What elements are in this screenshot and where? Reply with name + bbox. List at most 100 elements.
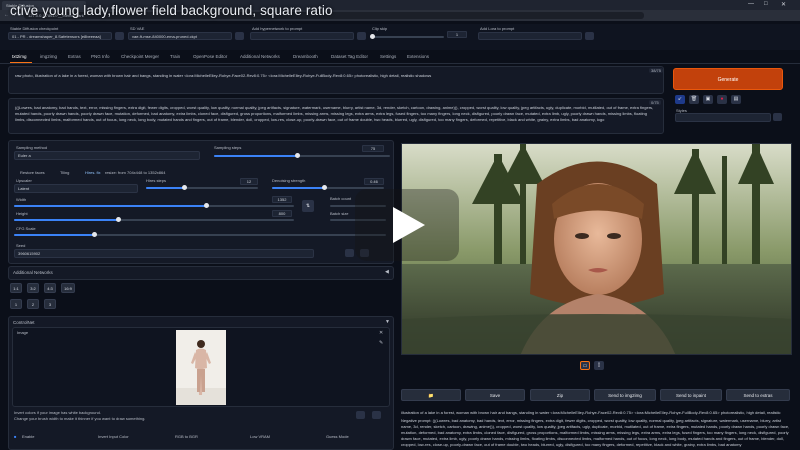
- rgb-to-bgr-checkbox[interactable]: RGB to BGR: [175, 434, 198, 439]
- sampling-method-select[interactable]: Euler a: [14, 151, 200, 160]
- aspect-16-9-button[interactable]: 16:9: [61, 283, 75, 293]
- upscaler-select[interactable]: Latent: [14, 184, 138, 193]
- aspect-3-2-button[interactable]: 3:2: [27, 283, 39, 293]
- send-to-img2img-button[interactable]: Send to img2img: [594, 389, 656, 401]
- negative-prompt-box[interactable]: (((Lowres, bad anatomy, bad hands, text,…: [8, 98, 664, 134]
- record-icon[interactable]: ●: [717, 95, 727, 104]
- collapse-icon[interactable]: ◀: [385, 269, 389, 275]
- prompt-text[interactable]: raw photo, illustration of a lake in a f…: [15, 73, 635, 89]
- aspect-4-3-button[interactable]: 4:3: [44, 283, 56, 293]
- vae-label: SD VAE: [130, 26, 145, 31]
- thumbnail-1[interactable]: ▭: [580, 361, 590, 370]
- clip-skip-track[interactable]: [372, 36, 444, 38]
- guess-mode-checkbox[interactable]: Guess Mode: [326, 434, 349, 439]
- controlnet-label: ControlNet: [13, 320, 35, 325]
- hypernetwork-select[interactable]: [250, 32, 354, 40]
- invert-input-checkbox[interactable]: Invert Input Color: [98, 434, 129, 439]
- cfg-knob[interactable]: [92, 232, 97, 237]
- send-to-inpaint-button[interactable]: Send to inpaint: [660, 389, 722, 401]
- tab-txt2img[interactable]: txt2img: [12, 54, 27, 59]
- tab-additional-networks[interactable]: Additional Networks: [240, 54, 280, 59]
- folder-icon[interactable]: 📁: [401, 389, 461, 401]
- refresh-vae-button[interactable]: [235, 32, 244, 40]
- clip-skip-knob[interactable]: [370, 34, 375, 39]
- aspect-1-1-button[interactable]: 1:1: [10, 283, 22, 293]
- tab-extensions[interactable]: Extensions: [407, 54, 429, 59]
- save-style-icon[interactable]: ▤: [731, 95, 741, 104]
- denoising-knob[interactable]: [322, 185, 327, 190]
- generate-button[interactable]: Generate: [673, 68, 783, 90]
- expand-icon[interactable]: ▼: [385, 319, 390, 325]
- batch-count-label: Batch count: [330, 196, 352, 201]
- video-play-overlay[interactable]: [355, 189, 459, 261]
- sampling-method-label: Sampling method: [16, 145, 48, 150]
- sampling-steps-value[interactable]: 75: [362, 145, 384, 152]
- enable-checkbox-icon[interactable]: ■: [14, 434, 16, 439]
- tab-img2img[interactable]: img2img: [40, 54, 57, 59]
- hires-fix-checkbox[interactable]: Hires. fix: [85, 170, 101, 175]
- clip-skip-value[interactable]: 1: [447, 31, 467, 38]
- batch-1-button[interactable]: 1: [10, 299, 22, 309]
- cfg-label: CFG Scale: [16, 226, 36, 231]
- hypernetwork-label: Add hypernetwork to prompt: [252, 26, 303, 31]
- tab-openpose-editor[interactable]: OpenPose Editor: [193, 54, 227, 59]
- tab-settings[interactable]: Settings: [380, 54, 396, 59]
- width-value[interactable]: 1352: [272, 196, 292, 203]
- tab-extras[interactable]: Extras: [68, 54, 81, 59]
- card-icon[interactable]: ▣: [703, 95, 713, 104]
- save-button[interactable]: Save: [465, 389, 525, 401]
- sampling-steps-knob[interactable]: [295, 153, 300, 158]
- invert-note-1: Invert colors if your image has white ba…: [14, 410, 101, 415]
- prompt-box[interactable]: raw photo, illustration of a lake in a f…: [8, 66, 664, 94]
- hires-steps-value[interactable]: 12: [240, 178, 258, 185]
- restore-faces-checkbox[interactable]: Restore faces: [20, 170, 45, 175]
- dice-icon[interactable]: [345, 249, 354, 257]
- hires-steps-knob[interactable]: [182, 185, 187, 190]
- refresh-lora-button[interactable]: [585, 32, 594, 40]
- tab-train[interactable]: Train: [170, 54, 180, 59]
- swap-icon[interactable]: ⇅: [302, 200, 314, 212]
- thumbnail-2[interactable]: ▯: [594, 361, 604, 370]
- refresh-checkpoint-button[interactable]: [115, 32, 124, 40]
- height-fill: [14, 219, 118, 221]
- additional-networks-panel[interactable]: Additional Networks ◀: [8, 266, 394, 280]
- negative-prompt-text[interactable]: (((Lowres, bad anatomy, bad hands, text,…: [15, 105, 655, 133]
- vae-value: vae-ft-mse-840000-ema-pruned.ckpt: [132, 34, 197, 39]
- brush-icon[interactable]: [356, 411, 365, 419]
- generated-image: [402, 144, 791, 354]
- trash-icon[interactable]: 🗑: [689, 95, 699, 104]
- styles-dropdown-button[interactable]: [773, 113, 782, 121]
- edit-icon[interactable]: ✎: [379, 340, 383, 346]
- width-knob[interactable]: [204, 203, 209, 208]
- tab-dreambooth[interactable]: Dreambooth: [293, 54, 318, 59]
- output-gallery[interactable]: [401, 143, 792, 355]
- send-to-extras-button[interactable]: Send to extras: [726, 389, 790, 401]
- seed-input[interactable]: 3960615902: [14, 249, 314, 258]
- tab-checkpoint-merger[interactable]: Checkpoint Merger: [121, 54, 159, 59]
- batch-3-button[interactable]: 3: [44, 299, 56, 309]
- hires-steps-label: Hires steps: [146, 178, 167, 183]
- styles-select[interactable]: [675, 113, 771, 122]
- height-value[interactable]: 800: [272, 210, 292, 217]
- checkpoint-select[interactable]: 01 - PR - dreamshaper_8.Safetensors [e8b…: [8, 32, 112, 40]
- denoising-value[interactable]: 0.46: [364, 178, 384, 185]
- tab-png-info[interactable]: PNG Info: [91, 54, 110, 59]
- low-vram-checkbox[interactable]: Low VRAM: [250, 434, 270, 439]
- height-knob[interactable]: [116, 217, 121, 222]
- upscaler-value: Latent: [18, 186, 30, 191]
- read-params-button[interactable]: ↙: [675, 95, 685, 104]
- sampling-steps-label: Sampling steps: [214, 145, 242, 150]
- play-icon: [393, 207, 425, 243]
- tab-dataset-tag-editor[interactable]: Dataset Tag Editor: [331, 54, 368, 59]
- palette-icon[interactable]: [372, 411, 381, 419]
- batch-2-button[interactable]: 2: [27, 299, 39, 309]
- sampling-steps-fill: [214, 155, 298, 157]
- prompt-token-counter: 38/75: [649, 68, 664, 73]
- lora-select[interactable]: [478, 32, 582, 40]
- refresh-hypernetwork-button[interactable]: [357, 32, 366, 40]
- clear-icon[interactable]: ✕: [379, 330, 383, 336]
- batch-size-label: Batch size: [330, 211, 349, 216]
- tiling-checkbox[interactable]: Tiling: [60, 170, 69, 175]
- zip-button[interactable]: Zip: [530, 389, 590, 401]
- vae-select[interactable]: vae-ft-mse-840000-ema-pruned.ckpt: [128, 32, 232, 40]
